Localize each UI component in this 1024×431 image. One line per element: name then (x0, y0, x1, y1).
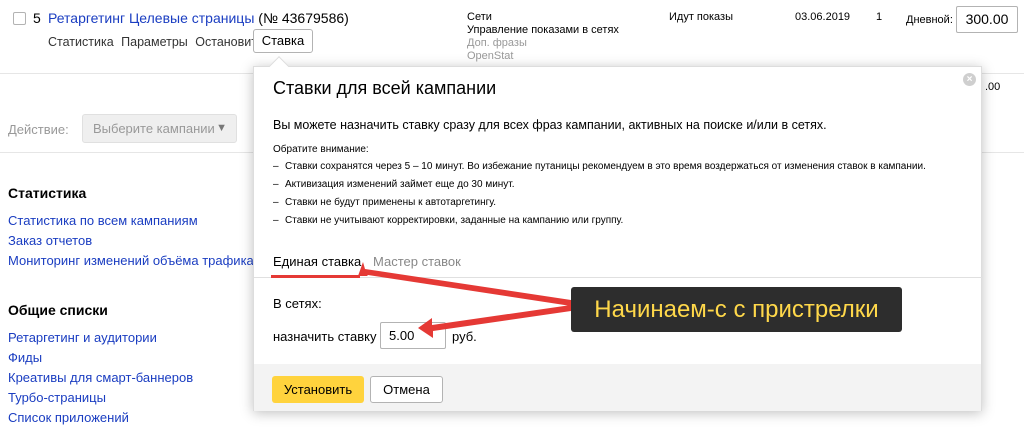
traffic-monitoring-link[interactable]: Мониторинг изменений объёма трафика (8, 253, 254, 268)
campaign-date: 03.06.2019 (795, 11, 851, 23)
popup-title: Ставки для всей кампании (273, 78, 497, 98)
bid-amount-input[interactable]: 5.00 (380, 322, 446, 349)
campaign-title-link[interactable]: Ретаргетинг Целевые страницы (№ 43679586… (48, 10, 349, 26)
active-tab-indicator (271, 275, 360, 278)
annotation-callout: Начинаем-с с пристрелки (571, 287, 902, 332)
currency-label: руб. (452, 329, 477, 344)
campaign-select-label: Выберите кампании (93, 121, 215, 136)
network-info: Сети Управление показами в сетях Доп. фр… (467, 11, 619, 63)
in-networks-label: В сетях: (273, 296, 322, 311)
campaign-checkbox[interactable] (13, 12, 26, 25)
retargeting-link[interactable]: Ретаргетинг и аудитории (8, 330, 157, 345)
notice-item: Ставки не учитывают корректировки, задан… (273, 214, 963, 227)
daily-budget-label: Дневной: (906, 14, 953, 26)
action-label: Действие: (8, 122, 69, 137)
notice-item: Ставки не будут применены к автотаргетин… (273, 196, 963, 209)
report-order-link[interactable]: Заказ отчетов (8, 233, 92, 248)
all-campaigns-stats-link[interactable]: Статистика по всем кампаниям (8, 213, 198, 228)
bids-popup: × Ставки для всей кампании Вы можете наз… (253, 66, 983, 411)
campaign-id: (№ 43679586) (258, 10, 349, 26)
popup-description: Вы можете назначить ставку сразу для все… (273, 118, 827, 132)
tab-single-bid[interactable]: Единая ставка (273, 254, 361, 269)
set-bid-button[interactable]: Установить (272, 376, 364, 403)
close-icon[interactable]: × (963, 73, 976, 86)
campaign-count: 1 (876, 11, 883, 23)
campaign-row: 5 Ретаргетинг Целевые страницы (№ 436795… (0, 0, 1024, 66)
smart-banners-link[interactable]: Креативы для смарт-баннеров (8, 370, 193, 385)
campaign-number: 5 (33, 10, 41, 26)
campaign-title[interactable]: Ретаргетинг Целевые страницы (48, 10, 254, 26)
apps-list-link[interactable]: Список приложений (8, 410, 129, 425)
feeds-link[interactable]: Фиды (8, 350, 42, 365)
assign-bid-label: назначить ставку (273, 329, 377, 344)
tab-bid-wizard[interactable]: Мастер ставок (373, 254, 461, 269)
notice-item: Активизация изменений займет еще до 30 м… (273, 178, 963, 191)
statistics-link[interactable]: Статистика (48, 35, 114, 49)
network-management: Управление показами в сетях (467, 24, 619, 36)
campaign-actions: Статистика Параметры Остановить (48, 35, 268, 49)
tabs-divider (254, 277, 983, 278)
partial-budget-value: .00 (985, 81, 1001, 93)
notice-item: Ставки сохранятся через 5 – 10 минут. Во… (273, 160, 963, 173)
openstat: OpenStat (467, 50, 514, 62)
parameters-link[interactable]: Параметры (121, 35, 188, 49)
campaign-status: Идут показы (669, 11, 733, 23)
turbo-pages-link[interactable]: Турбо-страницы (8, 390, 106, 405)
stats-section-title: Статистика (8, 185, 87, 201)
lists-section-title: Общие списки (8, 302, 108, 318)
popup-footer: Установить Отмена (254, 364, 981, 411)
bid-button[interactable]: Ставка (253, 29, 313, 53)
campaign-select[interactable]: Выберите кампании ▼ (82, 114, 237, 143)
chevron-down-icon: ▼ (216, 122, 227, 134)
cancel-button[interactable]: Отмена (370, 376, 443, 403)
notice-label: Обратите внимание: (273, 144, 369, 155)
network-type: Сети (467, 11, 492, 23)
extra-phrases: Доп. фразы (467, 37, 527, 49)
notice-list: Ставки сохранятся через 5 – 10 минут. Во… (273, 160, 963, 232)
daily-budget-input[interactable]: 300.00 (956, 6, 1018, 33)
